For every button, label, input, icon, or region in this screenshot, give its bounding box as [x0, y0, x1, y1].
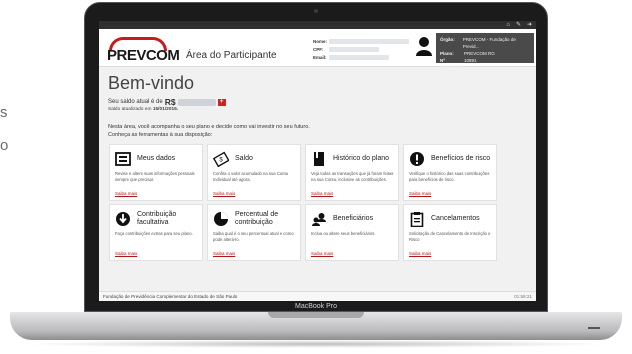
svg-text:$: $ [219, 158, 223, 164]
card-contribuicao-facultativa[interactable]: Contribuição facultativa Faça contribuiç… [109, 204, 203, 261]
info-label: Órgão: [440, 37, 455, 42]
saiba-mais-link[interactable]: Saiba mais [213, 251, 235, 256]
card-title: Contribuição facultativa [137, 211, 177, 226]
redacted-value [329, 38, 409, 44]
balance-currency: R$ [164, 97, 176, 107]
saiba-mais-link[interactable]: Saiba mais [115, 251, 137, 256]
card-description: Inclua ou altere seus beneficiários. [311, 231, 376, 236]
id-card-icon [115, 152, 131, 166]
area-title: Área do Participante [186, 50, 277, 61]
balance-updated-date: 15/01/2015. [152, 107, 179, 112]
footer-clock: 01:59:21 [514, 294, 532, 299]
user-field-label: Nome: [313, 38, 328, 44]
balance-updated-prefix: Saldo atualizado em [108, 107, 152, 112]
info-row-plano: Plano: PREVCOM RG [440, 50, 530, 57]
user-field-name: Nome: [313, 37, 409, 45]
user-field-cpf: CPF: [313, 45, 409, 53]
saiba-mais-link[interactable]: Saiba mais [213, 191, 235, 196]
card-title: Percentual de contribuição [235, 211, 279, 226]
card-title: Benefícios de risco [431, 155, 491, 162]
info-value: PREVCOM RG [464, 51, 495, 56]
card-description: Confira o valor acumulado na sua Conta I… [213, 171, 288, 182]
intro-line: Nesta área, você acompanha o seu plano e… [108, 124, 310, 130]
top-bar: ⌂ ✎ ➜ [99, 21, 536, 29]
main-content: Bem-vindo Seu saldo atual é de R$ + Sald… [99, 67, 536, 291]
saiba-mais-link[interactable]: Saiba mais [311, 251, 333, 256]
card-title: Beneficiários [333, 215, 374, 222]
card-title: Meus dados [137, 155, 176, 162]
page-title: Bem-vindo [108, 73, 195, 93]
card-title: Histórico do plano [333, 155, 390, 162]
tools-grid: Meus dados Revise e altere suas informaç… [109, 144, 501, 261]
card-description: Saiba qual é o seu percentual atual e co… [213, 231, 294, 242]
card-description: Solicitação de Cancelamento de Inscrição… [409, 231, 491, 242]
card-description: Verifique o histórico das suas contribui… [409, 171, 490, 182]
book-icon [314, 152, 324, 166]
card-percentual[interactable]: Percentual de contribuição Saiba qual é … [207, 204, 301, 261]
info-value: PREVCOM - Fundação de Previd... [462, 37, 516, 49]
laptop-base-mark [588, 327, 600, 329]
laptop-shadow [20, 340, 612, 348]
card-cancelamentos[interactable]: Cancelamentos Solicitação de Cancelament… [403, 204, 497, 261]
redacted-value [329, 54, 389, 60]
card-saldo[interactable]: $ Saldo Confira o valor acumulado na sua… [207, 144, 301, 201]
card-historico[interactable]: Histórico do plano Veja todas as transaç… [305, 144, 399, 201]
card-description: Revise e altere suas informações pessoai… [115, 171, 195, 182]
card-description: Faça contribuições extras para seu plano… [115, 231, 193, 236]
home-icon[interactable]: ⌂ [506, 21, 510, 29]
saiba-mais-link[interactable]: Saiba mais [115, 191, 137, 196]
balance-updated: Saldo atualizado em 15/01/2015. [108, 107, 178, 112]
user-field-label: CPF: [313, 46, 324, 52]
money-icon: $ [213, 151, 229, 167]
balance-prefix: Seu saldo atual é de [108, 99, 163, 105]
clipboard-icon [410, 212, 424, 227]
plan-info-panel: Órgão: PREVCOM - Fundação de Previd... P… [436, 33, 534, 70]
user-field-label: Email: [313, 54, 327, 60]
camera-icon [314, 9, 318, 13]
info-label: Plano: [440, 51, 454, 56]
laptop-screen: ⌂ ✎ ➜ PREVCOM Área do Participante Nome:… [99, 21, 536, 301]
wrench-icon[interactable]: ✎ [516, 21, 521, 29]
saiba-mais-link[interactable]: Saiba mais [409, 251, 431, 256]
logout-icon[interactable]: ➜ [527, 21, 532, 29]
avatar-icon[interactable] [415, 35, 433, 57]
intro-line: Conheça as ferramentas à sua disposição: [108, 132, 213, 138]
balance-line: Seu saldo atual é de R$ + [108, 97, 226, 107]
saiba-mais-link[interactable]: Saiba mais [409, 191, 431, 196]
device-label: MacBook Pro [294, 303, 338, 310]
redacted-balance [177, 98, 216, 106]
info-row-orgao: Órgão: PREVCOM - Fundação de Previd... [440, 36, 530, 50]
page-text-fragment: o [0, 137, 9, 154]
down-arrow-circle-icon [116, 212, 130, 226]
header: PREVCOM Área do Participante Nome: CPF: … [99, 29, 536, 70]
page-text-fragment: s [0, 104, 8, 121]
card-beneficiarios[interactable]: Beneficiários Inclua ou altere seus bene… [305, 204, 399, 261]
card-meus-dados[interactable]: Meus dados Revise e altere suas informaç… [109, 144, 203, 201]
card-title: Cancelamentos [431, 215, 480, 222]
laptop-notch [268, 312, 364, 318]
redacted-value [329, 46, 379, 52]
logo-text: PREVCOM [107, 47, 180, 64]
card-title: Saldo [235, 155, 253, 162]
footer-text: Fundação de Previdência Complementar do … [103, 294, 238, 299]
show-balance-button[interactable]: + [217, 98, 226, 106]
user-fields: Nome: CPF: Email: [313, 37, 409, 61]
saiba-mais-link[interactable]: Saiba mais [311, 191, 333, 196]
intro-text: Nesta área, você acompanha o seu plano e… [108, 123, 428, 139]
alert-icon [410, 152, 424, 166]
card-description: Veja todas as transações que já foram fe… [311, 171, 394, 182]
pie-chart-icon [214, 212, 228, 226]
users-icon [312, 213, 326, 226]
footer: Fundação de Previdência Complementar do … [99, 291, 536, 301]
prevcom-logo[interactable]: PREVCOM [105, 37, 180, 67]
user-field-email: Email: [313, 53, 409, 61]
card-beneficios-risco[interactable]: Benefícios de risco Verifique o históric… [403, 144, 497, 201]
